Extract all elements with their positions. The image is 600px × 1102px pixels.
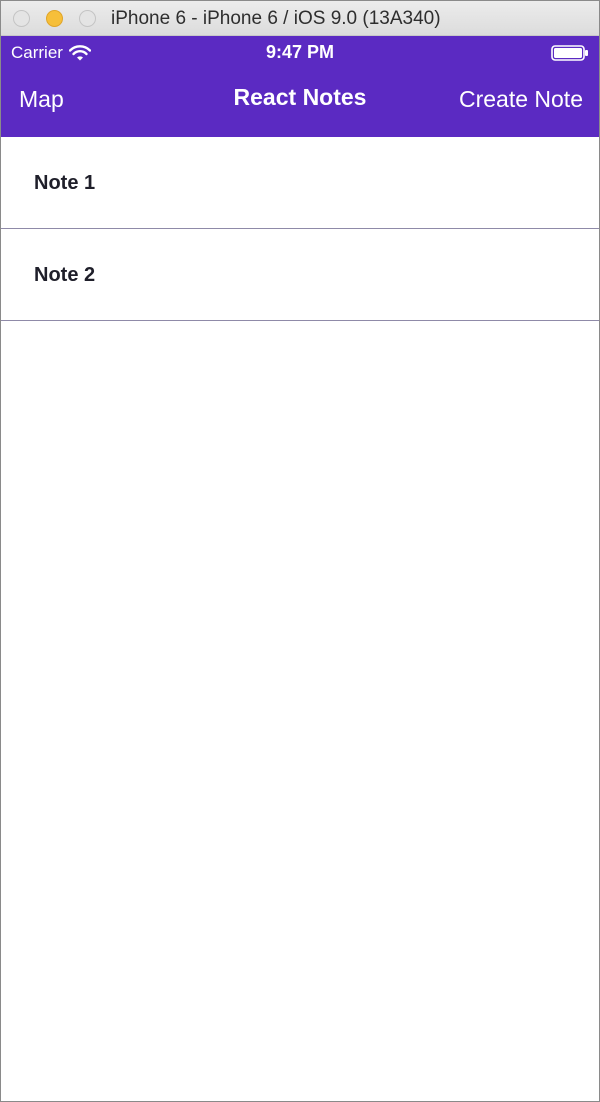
close-window-button[interactable] [13, 10, 30, 27]
zoom-window-button[interactable] [79, 10, 96, 27]
window-title: iPhone 6 - iPhone 6 / iOS 9.0 (13A340) [111, 8, 441, 29]
create-note-button[interactable]: Create Note [459, 86, 583, 113]
note-title: Note 1 [34, 172, 96, 194]
window-titlebar: iPhone 6 - iPhone 6 / iOS 9.0 (13A340) [1, 1, 599, 36]
battery-icon [551, 45, 588, 61]
status-bar: Carrier 9:47 PM [1, 36, 599, 69]
minimize-window-button[interactable] [46, 10, 63, 27]
status-time: 9:47 PM [265, 42, 335, 62]
note-title: Note 2 [34, 264, 96, 286]
navigation-bar: Map React Notes Create Note [1, 69, 599, 137]
app-header: Carrier 9:47 PM Map React Notes Create N… [1, 36, 599, 137]
list-item[interactable]: Note 1 [1, 137, 599, 229]
list-item[interactable]: Note 2 [1, 229, 599, 321]
note-list: Note 1 Note 2 [1, 137, 599, 321]
simulator-window: iPhone 6 - iPhone 6 / iOS 9.0 (13A340) C… [0, 0, 600, 1102]
